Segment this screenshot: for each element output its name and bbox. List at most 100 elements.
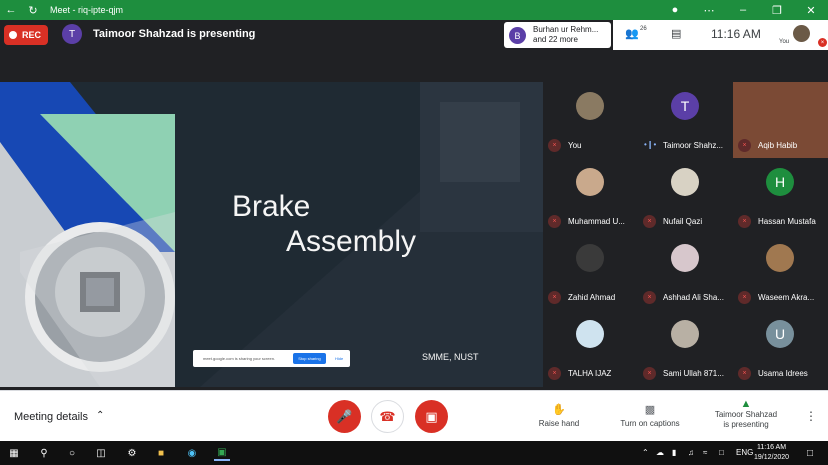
participant-avatar bbox=[576, 244, 604, 272]
meeting-details-button[interactable]: Meeting details bbox=[14, 411, 88, 423]
participant-tile[interactable]: × Muhammad U... bbox=[543, 158, 638, 234]
participant-tile[interactable]: U × Usama Idrees bbox=[733, 310, 828, 386]
captions-icon: ▩ bbox=[644, 404, 656, 416]
presentation-slide: Brake Assembly SMME, NUST meet.google.co… bbox=[0, 82, 543, 387]
participant-tile[interactable]: × Waseem Akra... bbox=[733, 234, 828, 310]
participant-grid: × You T •❙• Taimoor Shahz... × Aqib Habib × Muha… bbox=[543, 82, 828, 386]
record-dot-icon bbox=[9, 31, 17, 39]
mic-off-icon: × bbox=[548, 291, 561, 304]
slide-title-line2: Assembly bbox=[286, 225, 417, 258]
participant-name: Muhammad U... bbox=[568, 217, 625, 226]
presenter-avatar: T bbox=[62, 24, 82, 44]
restore-button[interactable]: ❐ bbox=[760, 0, 794, 20]
hide-share-bar-button[interactable]: Hide bbox=[335, 356, 343, 361]
screen-share-bar: meet.google.com is sharing your screen. … bbox=[193, 350, 350, 367]
meeting-header: REC T Taimoor Shahzad is presenting B Bu… bbox=[0, 20, 828, 50]
participant-tile[interactable]: × Ashhad Ali Sha... bbox=[638, 234, 733, 310]
back-arrow-icon[interactable]: ← bbox=[0, 0, 22, 20]
cloud-icon[interactable]: ☁ bbox=[656, 448, 664, 457]
participant-tile[interactable]: × Nufail Qazi bbox=[638, 158, 733, 234]
captions-label: Turn on captions bbox=[620, 419, 680, 428]
chat-icon[interactable]: ▤ bbox=[671, 27, 681, 40]
participant-name: Ashhad Ali Sha... bbox=[663, 293, 724, 302]
stop-sharing-button[interactable]: Stop sharing bbox=[293, 353, 326, 364]
participant-name: You bbox=[568, 141, 582, 150]
recording-badge: REC bbox=[4, 25, 48, 45]
hangup-icon[interactable]: ☎ bbox=[371, 400, 404, 433]
mic-off-icon: × bbox=[738, 291, 751, 304]
raise-hand-button[interactable]: ✋ Raise hand bbox=[535, 403, 583, 428]
task-view-icon[interactable]: ◫ bbox=[93, 445, 109, 461]
share-bar-text: meet.google.com is sharing your screen. bbox=[203, 356, 276, 361]
raise-hand-label: Raise hand bbox=[538, 419, 580, 428]
participant-name: Waseem Akra... bbox=[758, 293, 815, 302]
top-right-panel: 👥 26 ▤ 11:16 AM You × bbox=[613, 20, 828, 50]
participant-name: Taimoor Shahz... bbox=[663, 141, 724, 150]
browser-title-bar: ← ↻ Meet - riq-ipte-qjm ● ⋯ – ❐ ✕ bbox=[0, 0, 828, 20]
participant-tile[interactable]: × Zahid Ahmad bbox=[543, 234, 638, 310]
participant-name: Usama Idrees bbox=[758, 369, 808, 378]
windows-taskbar: ▦ ⚲ ○ ◫ ⚙ ■ ◉ ▣ ⌃ ☁ ▮ ♫ ≈ □ ENG 11:16 AM… bbox=[0, 441, 828, 465]
participant-tile[interactable]: T •❙• Taimoor Shahz... bbox=[638, 82, 733, 158]
search-icon[interactable]: ⚲ bbox=[36, 445, 52, 461]
taskbar-time: 11:16 AM bbox=[756, 444, 787, 451]
mic-indicator-icon[interactable]: ● bbox=[658, 0, 692, 20]
self-mic-off-icon: × bbox=[818, 38, 827, 47]
taskbar-date: 19/12/2020 bbox=[754, 454, 790, 461]
file-explorer-icon[interactable]: ■ bbox=[153, 445, 169, 461]
edge-icon[interactable]: ◉ bbox=[184, 445, 200, 461]
mic-off-icon[interactable]: 🎤 bbox=[328, 400, 361, 433]
join-notification[interactable]: B Burhan ur Rehm... and 22 more bbox=[504, 22, 611, 48]
captions-button[interactable]: ▩ Turn on captions bbox=[617, 403, 683, 428]
presenting-title: Taimoor Shahzad is presenting bbox=[93, 28, 256, 40]
participant-tile[interactable]: H × Hassan Mustafa bbox=[733, 158, 828, 234]
wifi-icon[interactable]: ≈ bbox=[703, 448, 707, 457]
more-options-icon[interactable]: ⋯ bbox=[692, 0, 726, 20]
mic-off-icon: × bbox=[643, 367, 656, 380]
chevron-up-icon[interactable]: ⌃ bbox=[96, 410, 104, 421]
participant-avatar bbox=[671, 168, 699, 196]
settings-icon[interactable]: ⚙ bbox=[124, 445, 140, 461]
rec-label: REC bbox=[22, 30, 42, 40]
minimize-button[interactable]: – bbox=[726, 0, 760, 20]
battery-icon[interactable]: ▮ bbox=[672, 448, 676, 457]
notification-center-icon[interactable]: □ bbox=[802, 445, 818, 461]
tray-chevron-icon[interactable]: ⌃ bbox=[642, 448, 649, 457]
refresh-icon[interactable]: ↻ bbox=[22, 0, 44, 20]
presentation-area: Brake Assembly SMME, NUST meet.google.co… bbox=[0, 50, 543, 390]
close-button[interactable]: ✕ bbox=[794, 0, 828, 20]
network-icon[interactable]: □ bbox=[719, 448, 724, 457]
participant-avatar: H bbox=[766, 168, 794, 196]
participant-tile[interactable]: × TALHA IJAZ bbox=[543, 310, 638, 386]
self-avatar[interactable] bbox=[793, 25, 810, 42]
cortana-icon[interactable]: ○ bbox=[64, 445, 80, 461]
windows-icon[interactable]: ▦ bbox=[6, 445, 22, 461]
people-icon[interactable]: 👥 bbox=[625, 27, 639, 40]
participant-name: Zahid Ahmad bbox=[568, 293, 616, 302]
presenting-line2: is presenting bbox=[723, 420, 769, 429]
presenting-button[interactable]: ▲ Taimoor Shahzad is presenting bbox=[712, 399, 780, 430]
volume-icon[interactable]: ♫ bbox=[688, 448, 694, 457]
participant-avatar bbox=[576, 92, 604, 120]
bottom-control-bar: Meeting details ⌃ 🎤 ☎ ▣ ✋ Raise hand ▩ T… bbox=[0, 390, 828, 441]
mic-off-icon: × bbox=[738, 215, 751, 228]
participant-tile[interactable]: × Aqib Habib bbox=[733, 82, 828, 158]
participant-avatar bbox=[766, 244, 794, 272]
mic-off-icon: × bbox=[548, 215, 561, 228]
participant-name: Nufail Qazi bbox=[663, 217, 703, 226]
meeting-time: 11:16 AM bbox=[711, 27, 761, 41]
more-icon[interactable]: ⋮ bbox=[805, 409, 817, 423]
meet-app-icon[interactable]: ▣ bbox=[214, 445, 230, 461]
taskbar-clock[interactable]: 11:16 AM 19/12/2020 bbox=[754, 443, 789, 463]
window-title: Meet - riq-ipte-qjm bbox=[50, 5, 124, 15]
participant-tile[interactable]: × Sami Ullah 871... bbox=[638, 310, 733, 386]
participant-avatar bbox=[671, 320, 699, 348]
participant-name: Aqib Habib bbox=[758, 141, 798, 150]
participant-name: TALHA IJAZ bbox=[568, 369, 612, 378]
meet-window: ← ↻ Meet - riq-ipte-qjm ● ⋯ – ❐ ✕ REC T … bbox=[0, 0, 828, 465]
camera-off-icon[interactable]: ▣ bbox=[415, 400, 448, 433]
language-indicator[interactable]: ENG bbox=[736, 448, 753, 457]
slide-title-line1: Brake bbox=[232, 190, 311, 223]
mic-off-icon: × bbox=[548, 367, 561, 380]
participant-tile[interactable]: × You bbox=[543, 82, 638, 158]
